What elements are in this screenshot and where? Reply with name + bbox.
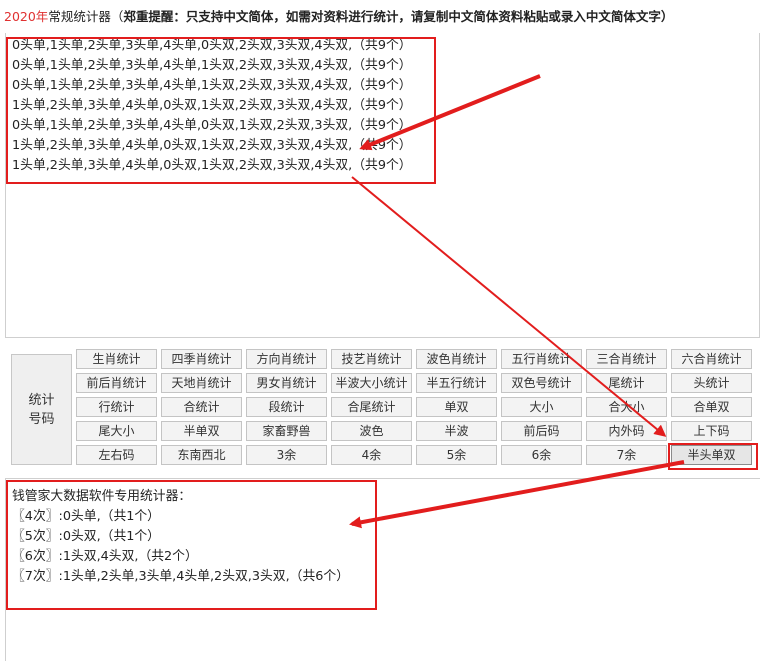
stat-button[interactable]: 方向肖统计 <box>246 349 327 369</box>
stat-button[interactable]: 合统计 <box>161 397 242 417</box>
stat-button[interactable]: 波色 <box>331 421 412 441</box>
result-highlight-box <box>6 480 377 610</box>
button-highlight-box <box>668 443 758 470</box>
header-warning: 郑重提醒：只支持中文简体，如需对资料进行统计，请复制中文简体资料粘贴或录入中文简… <box>123 9 674 24</box>
stat-button[interactable]: 双色号统计 <box>501 373 582 393</box>
stat-button[interactable]: 7余 <box>586 445 667 465</box>
stat-button[interactable]: 半波 <box>416 421 497 441</box>
stat-button[interactable]: 合尾统计 <box>331 397 412 417</box>
stat-button[interactable]: 6余 <box>501 445 582 465</box>
stat-button[interactable]: 段统计 <box>246 397 327 417</box>
stat-button[interactable]: 合大小 <box>586 397 667 417</box>
stat-button[interactable]: 男女肖统计 <box>246 373 327 393</box>
stat-button[interactable]: 家畜野兽 <box>246 421 327 441</box>
stat-button[interactable]: 5余 <box>416 445 497 465</box>
stat-button[interactable]: 尾统计 <box>586 373 667 393</box>
stat-button[interactable]: 左右码 <box>76 445 157 465</box>
header-title: 常规统计器（ <box>48 9 124 24</box>
stat-button[interactable]: 尾大小 <box>76 421 157 441</box>
stat-button[interactable]: 半单双 <box>161 421 242 441</box>
input-highlight-box <box>6 37 436 184</box>
stat-button[interactable]: 技艺肖统计 <box>331 349 412 369</box>
count-numbers-label-1: 统计 <box>28 392 55 408</box>
stat-button[interactable]: 合单双 <box>671 397 752 417</box>
header-year: 2020年 <box>4 9 49 24</box>
count-numbers-label-2: 号码 <box>28 411 55 427</box>
stat-button[interactable]: 前后肖统计 <box>76 373 157 393</box>
stat-button[interactable]: 行统计 <box>76 397 157 417</box>
stat-button[interactable]: 单双 <box>416 397 497 417</box>
stat-button[interactable]: 四季肖统计 <box>161 349 242 369</box>
stat-button[interactable]: 3余 <box>246 445 327 465</box>
stat-button[interactable]: 半五行统计 <box>416 373 497 393</box>
stat-button[interactable]: 前后码 <box>501 421 582 441</box>
stat-button[interactable]: 头统计 <box>671 373 752 393</box>
stat-button[interactable]: 大小 <box>501 397 582 417</box>
count-numbers-button[interactable]: 统计 号码 <box>11 354 72 465</box>
stat-button[interactable]: 六合肖统计 <box>671 349 752 369</box>
page-header: 2020年常规统计器（郑重提醒：只支持中文简体，如需对资料进行统计，请复制中文简… <box>4 6 673 25</box>
stat-button[interactable]: 生肖统计 <box>76 349 157 369</box>
stat-button[interactable]: 4余 <box>331 445 412 465</box>
stat-button[interactable]: 内外码 <box>586 421 667 441</box>
stat-button[interactable]: 三合肖统计 <box>586 349 667 369</box>
stat-button[interactable]: 天地肖统计 <box>161 373 242 393</box>
stat-button[interactable]: 五行肖统计 <box>501 349 582 369</box>
stat-button[interactable]: 波色肖统计 <box>416 349 497 369</box>
stat-button[interactable]: 半波大小统计 <box>331 373 412 393</box>
stat-button[interactable]: 上下码 <box>671 421 752 441</box>
stat-button[interactable]: 东南西北 <box>161 445 242 465</box>
